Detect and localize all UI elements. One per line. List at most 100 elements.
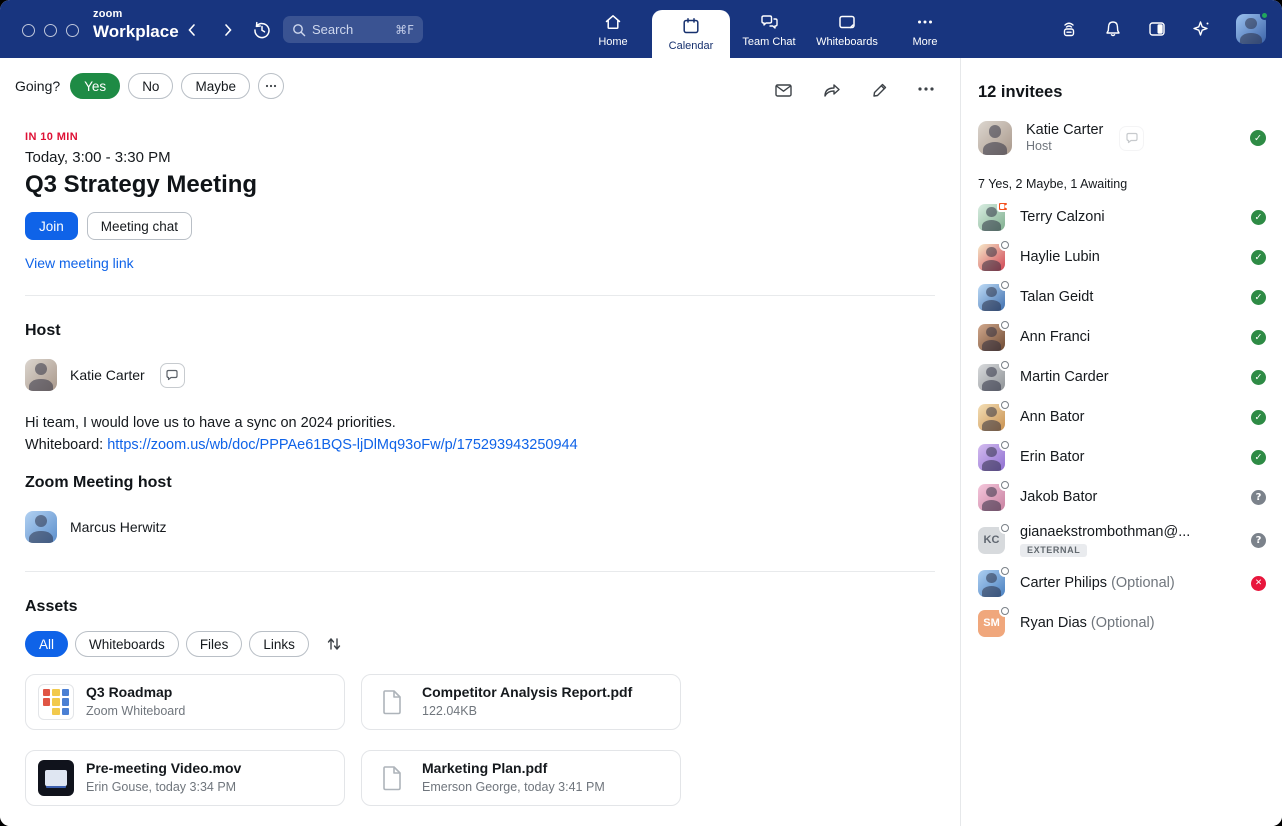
invitee-name: Ryan Dias (Optional) (1020, 615, 1155, 631)
offline-status-dot (1001, 401, 1009, 409)
rsvp-yes-button[interactable]: Yes (70, 73, 120, 99)
zoom-host-avatar (25, 511, 57, 543)
invitee-row[interactable]: Haylie Lubin (978, 237, 1266, 277)
pencil-icon (870, 80, 890, 100)
status-accepted-icon (1251, 290, 1266, 305)
history-button[interactable] (250, 18, 274, 42)
avatar (978, 284, 1005, 311)
tab-calendar[interactable]: Calendar (652, 10, 730, 58)
invitee-row[interactable]: SM Ryan Dias (Optional) (978, 603, 1266, 643)
tab-label: Home (598, 36, 627, 48)
avatar (978, 570, 1005, 597)
assets-filter-row: All Whiteboards Files Links (25, 631, 935, 657)
invitee-name: gianaekstrombothman@... (1020, 524, 1190, 540)
sort-button[interactable] (325, 635, 343, 653)
invitee-name: Talan Geidt (1020, 289, 1093, 305)
offline-status-dot (1001, 567, 1009, 575)
offline-status-dot (1001, 607, 1009, 615)
meeting-buttons: Join Meeting chat (25, 212, 935, 240)
description-text: Hi team, I would love us to have a sync … (25, 415, 396, 431)
avatar (978, 204, 1005, 231)
filter-files-button[interactable]: Files (186, 631, 243, 657)
whiteboard-label: Whiteboard: (25, 437, 107, 453)
asset-card-pdf[interactable]: Competitor Analysis Report.pdf122.04KB (361, 674, 681, 730)
connect-device-button[interactable] (1058, 18, 1080, 40)
profile-avatar[interactable] (1236, 14, 1266, 44)
host-heading: Host (25, 322, 935, 340)
window-controls[interactable] (22, 24, 79, 37)
filter-all-button[interactable]: All (25, 631, 68, 657)
invitee-name: Carter Philips (Optional) (1020, 575, 1175, 591)
invitee-row[interactable]: Jakob Bator (978, 477, 1266, 517)
invitee-row[interactable]: Carter Philips (Optional) (978, 563, 1266, 603)
tab-team-chat[interactable]: Team Chat (730, 0, 808, 58)
invitee-host-row[interactable]: Katie Carter Host (978, 121, 1266, 155)
window-close-button[interactable] (22, 24, 35, 37)
invitee-row[interactable]: KC gianaekstrombothman@... EXTERNAL (978, 517, 1266, 563)
status-accepted-icon (1250, 130, 1266, 146)
tab-more[interactable]: More (886, 0, 964, 58)
rsvp-more-button[interactable] (258, 73, 284, 99)
tab-whiteboards[interactable]: Whiteboards (808, 0, 886, 58)
invitee-name: Ann Bator (1020, 409, 1085, 425)
chevron-right-icon (220, 22, 236, 38)
asset-title: Pre-meeting Video.mov (86, 760, 241, 776)
invitee-row[interactable]: Ann Franci (978, 317, 1266, 357)
asset-subtitle: Zoom Whiteboard (86, 704, 185, 718)
tab-home[interactable]: Home (574, 0, 652, 58)
asset-card-video[interactable]: Pre-meeting Video.movErin Gouse, today 3… (25, 750, 345, 806)
rsvp-no-button[interactable]: No (128, 73, 173, 99)
meeting-chat-button[interactable]: Meeting chat (87, 212, 192, 240)
asset-card-whiteboard[interactable]: Q3 RoadmapZoom Whiteboard (25, 674, 345, 730)
avatar (978, 484, 1005, 511)
join-button[interactable]: Join (25, 212, 78, 240)
invitee-row[interactable]: Terry Calzoni (978, 197, 1266, 237)
invitee-row[interactable]: Ann Bator (978, 397, 1266, 437)
meeting-actions (773, 80, 935, 101)
host-avatar (25, 359, 57, 391)
ai-companion-button[interactable] (1190, 17, 1214, 41)
tab-label: Team Chat (742, 36, 795, 48)
tab-label: More (912, 36, 937, 48)
invitee-row[interactable]: Erin Bator (978, 437, 1266, 477)
status-accepted-icon (1251, 450, 1266, 465)
offline-status-dot (1001, 524, 1009, 532)
whiteboard-thumbnail (38, 684, 74, 720)
status-accepted-icon (1251, 370, 1266, 385)
email-button[interactable] (773, 80, 794, 101)
window-zoom-button[interactable] (66, 24, 79, 37)
asset-card-pdf[interactable]: Marketing Plan.pdfEmerson George, today … (361, 750, 681, 806)
invitee-name: Haylie Lubin (1020, 249, 1100, 265)
edit-button[interactable] (870, 80, 890, 101)
logo-zoom-text: zoom (93, 9, 179, 20)
invitee-name: Erin Bator (1020, 449, 1084, 465)
zoom-workplace-logo: zoom Workplace (93, 9, 179, 40)
search-placeholder: Search (312, 22, 353, 37)
chat-with-invitee-button[interactable] (1119, 126, 1144, 151)
rsvp-maybe-button[interactable]: Maybe (181, 73, 250, 99)
meeting-time: Today, 3:00 - 3:30 PM (25, 149, 935, 166)
back-button[interactable] (180, 18, 204, 42)
sort-arrows-icon (325, 635, 343, 653)
filter-links-button[interactable]: Links (249, 631, 309, 657)
view-meeting-link[interactable]: View meeting link (25, 255, 134, 271)
divider (25, 295, 935, 296)
search-icon (292, 23, 306, 37)
invitee-role: Host (1026, 139, 1052, 153)
panel-toggle-button[interactable] (1146, 18, 1168, 40)
search-input[interactable]: Search ⌘F (283, 16, 423, 43)
invitee-name: Jakob Bator (1020, 489, 1097, 505)
invitee-row[interactable]: Martin Carder (978, 357, 1266, 397)
avatar (978, 324, 1005, 351)
more-options-button[interactable] (917, 80, 935, 101)
chat-with-host-button[interactable] (160, 363, 185, 388)
forward-button[interactable] (216, 18, 240, 42)
filter-whiteboards-button[interactable]: Whiteboards (75, 631, 179, 657)
whiteboard-link[interactable]: https://zoom.us/wb/doc/PPPAe61BQS-ljDlMq… (107, 437, 577, 453)
going-label: Going? (15, 78, 60, 94)
invitee-row[interactable]: Talan Geidt (978, 277, 1266, 317)
avatar (978, 244, 1005, 271)
window-minimize-button[interactable] (44, 24, 57, 37)
forward-share-button[interactable] (821, 80, 843, 101)
notifications-button[interactable] (1102, 18, 1124, 40)
